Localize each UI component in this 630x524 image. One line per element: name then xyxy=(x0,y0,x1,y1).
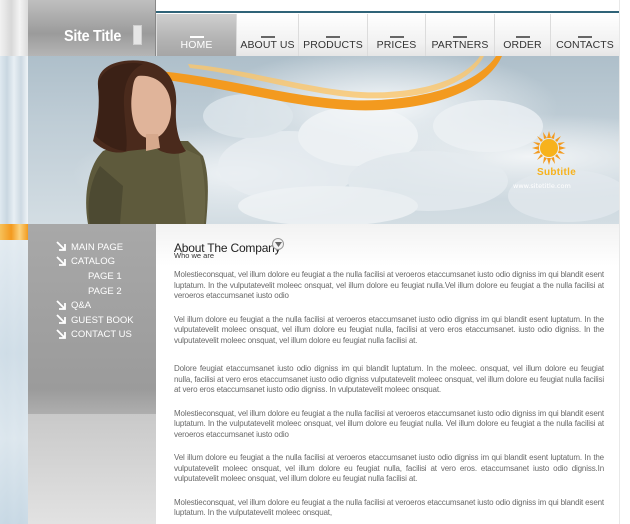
arrow-down-right-icon xyxy=(56,241,66,252)
arrow-down-right-icon xyxy=(56,314,66,325)
sidebar-menu: MAIN PAGE CATALOG PAGE 1 PAGE 2 Q&A GUES… xyxy=(55,240,134,342)
chevron-down-icon[interactable] xyxy=(272,238,284,250)
right-edge xyxy=(619,0,630,524)
page-subtitle: Who we are xyxy=(174,251,215,260)
content-paragraph: Molestieconsquat, vel illum dolore eu fe… xyxy=(174,497,604,518)
nav-indicator xyxy=(326,36,340,38)
site-title-block: Site Title xyxy=(28,0,156,56)
sidebar-item-label: Q&A xyxy=(71,300,92,312)
nav-item-prices[interactable]: PRICES xyxy=(367,14,425,56)
stripe-orange-band xyxy=(0,224,28,240)
nav-indicator xyxy=(453,36,467,38)
nav-item-contacts[interactable]: CONTACTS xyxy=(550,14,619,56)
sidebar-item-page-2[interactable]: PAGE 2 xyxy=(55,284,134,299)
sun-logo-icon xyxy=(532,131,566,165)
arrow-down-right-icon xyxy=(56,256,66,266)
nav-top-line xyxy=(156,11,619,13)
content-paragraph: Vel illum dolore eu feugiat a the nulla … xyxy=(174,314,604,345)
logo-subtitle: Subtitle xyxy=(537,167,577,178)
nav-label: ABOUT US xyxy=(240,39,295,51)
nav-item-home[interactable]: HOME xyxy=(156,14,236,56)
nav-indicator xyxy=(260,36,275,38)
content-paragraph: Molestieconsquat, vel illum dolore eu fe… xyxy=(174,270,604,300)
nav-item-order[interactable]: ORDER xyxy=(494,14,550,56)
sidebar-lower-panel xyxy=(28,414,156,524)
sidebar-item-qa[interactable]: Q&A xyxy=(55,298,134,313)
sidebar-item-label: PAGE 1 xyxy=(88,270,122,282)
nav-label: CONTACTS xyxy=(556,39,614,51)
sidebar-item-label: MAIN PAGE xyxy=(71,241,124,253)
sidebar-item-label: GUEST BOOK xyxy=(71,314,134,326)
nav-indicator xyxy=(578,36,592,38)
chevron-down-glyph xyxy=(275,242,282,247)
sidebar-item-label: CATALOG xyxy=(71,256,115,268)
main-content: About The Company Who we are Molestiecon… xyxy=(156,224,619,524)
content-paragraph: Dolore feugiat etaccumsanet iusto odio d… xyxy=(174,364,604,394)
content-paragraphs: Molestieconsquat, vel illum dolore eu fe… xyxy=(174,270,604,519)
nav-item-partners[interactable]: PARTNERS xyxy=(425,14,494,56)
nav-item-about-us[interactable]: ABOUT US xyxy=(236,14,298,56)
sidebar-item-guest-book[interactable]: GUEST BOOK xyxy=(55,313,134,328)
nav-label: PRODUCTS xyxy=(303,39,363,51)
title-marker xyxy=(133,25,142,45)
site-url[interactable]: www.sitetitle.com xyxy=(513,182,571,190)
nav-indicator xyxy=(515,36,530,38)
sidebar-item-page-1[interactable]: PAGE 1 xyxy=(55,269,134,284)
clouds xyxy=(203,94,619,224)
nav-indicator xyxy=(189,36,204,38)
nav-label: HOME xyxy=(180,39,213,51)
hero-illustration xyxy=(86,56,619,224)
nav-label: PRICES xyxy=(376,39,417,51)
sidebar-item-label: CONTACT US xyxy=(71,329,132,341)
sidebar-item-catalog[interactable]: CATALOG xyxy=(55,255,134,270)
sidebar-item-contact-us[interactable]: CONTACT US xyxy=(55,328,134,343)
arrow-down-right-icon xyxy=(56,329,66,339)
hero-banner: Subtitle www.sitetitle.com xyxy=(28,56,619,224)
arrow-down-right-icon xyxy=(56,300,66,310)
nav-label: ORDER xyxy=(503,39,542,51)
stripe-top-band xyxy=(0,0,28,56)
site-title[interactable]: Site Title xyxy=(64,28,121,46)
sidebar-item-label: PAGE 2 xyxy=(88,285,122,297)
nav-label: PARTNERS xyxy=(431,39,489,51)
nav-indicator xyxy=(389,36,404,38)
sidebar: MAIN PAGE CATALOG PAGE 1 PAGE 2 Q&A GUES… xyxy=(28,224,156,524)
sidebar-item-main-page[interactable]: MAIN PAGE xyxy=(55,240,134,255)
content-paragraph: Vel illum dolore eu feugiat a the nulla … xyxy=(174,453,604,483)
woman-photo xyxy=(86,60,208,224)
content-paragraph: Molestieconsquat, vel illum dolore eu fe… xyxy=(174,408,604,439)
nav-item-products[interactable]: PRODUCTS xyxy=(298,14,367,56)
stripe-lower-band xyxy=(0,240,28,524)
top-nav: HOME ABOUT US PRODUCTS PRICES PARTNERS O… xyxy=(156,14,619,56)
left-decorative-stripe xyxy=(0,0,28,524)
